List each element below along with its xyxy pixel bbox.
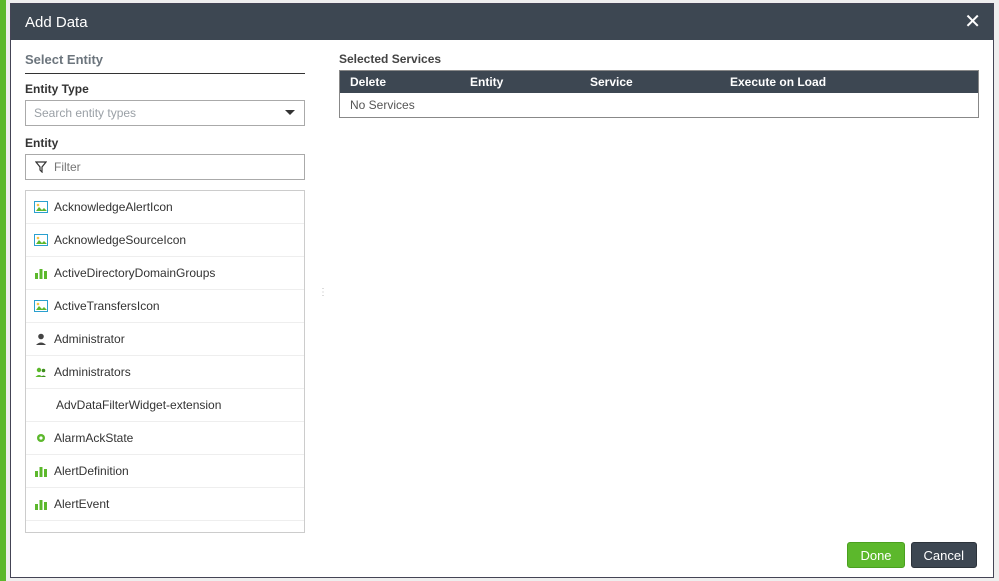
filter-icon (34, 160, 48, 174)
entity-item[interactable]: AcknowledgeSourceIcon (26, 224, 304, 257)
selected-services-title: Selected Services (339, 52, 979, 66)
entity-item-label: AcknowledgeSourceIcon (54, 233, 186, 247)
close-icon[interactable]: ✕ (964, 12, 981, 32)
dialog-title: Add Data (25, 14, 88, 31)
splitter-handle[interactable] (319, 52, 325, 533)
dialog-header: Add Data ✕ (11, 4, 993, 40)
entity-list-container: AcknowledgeAlertIcon AcknowledgeSourceIco… (25, 190, 305, 533)
cancel-button[interactable]: Cancel (911, 542, 977, 568)
services-empty-text: No Services (350, 98, 415, 112)
entity-item-label: AdvDataFilterWidget-extension (56, 398, 221, 412)
entity-item-label: Administrator (54, 332, 125, 346)
entity-item[interactable]: ActiveDirectoryDomainGroups (26, 257, 304, 290)
add-data-dialog: Add Data ✕ Select Entity Entity Type Ent… (10, 3, 994, 578)
entity-filter[interactable] (25, 154, 305, 180)
dialog-body: Select Entity Entity Type Entity Acknowl… (11, 40, 993, 533)
bars-icon (34, 497, 48, 511)
done-button[interactable]: Done (847, 542, 904, 568)
entity-filter-input[interactable] (54, 160, 296, 174)
entity-list[interactable]: AcknowledgeAlertIcon AcknowledgeSourceIco… (26, 191, 304, 532)
entity-item-label: Administrators (54, 365, 131, 379)
column-service: Service (580, 75, 720, 89)
entity-item-label: AlertEvent (54, 497, 109, 511)
entity-item[interactable]: AlarmAckState (26, 422, 304, 455)
column-execute: Execute on Load (720, 75, 978, 89)
bars-icon (34, 266, 48, 280)
entity-item-label: ActiveTransfersIcon (54, 299, 160, 313)
group-icon (34, 365, 48, 379)
entity-label: Entity (25, 136, 305, 150)
image-icon (34, 299, 48, 313)
image-icon (34, 200, 48, 214)
dialog-footer: Done Cancel (11, 533, 993, 577)
bars-icon (34, 464, 48, 478)
user-icon (34, 332, 48, 346)
entity-item[interactable]: AlertEvent (26, 488, 304, 521)
left-panel: Select Entity Entity Type Entity Acknowl… (25, 52, 305, 533)
right-panel: Selected Services Delete Entity Service … (339, 52, 979, 533)
entity-item-label: AlertDefinition (54, 464, 129, 478)
column-entity: Entity (460, 75, 580, 89)
services-empty-row: No Services (340, 93, 978, 117)
services-table-header: Delete Entity Service Execute on Load (340, 71, 978, 93)
entity-item[interactable]: Administrators (26, 356, 304, 389)
image-icon (34, 233, 48, 247)
services-table: Delete Entity Service Execute on Load No… (339, 70, 979, 118)
entity-item-label: AlarmAckState (54, 431, 133, 445)
entity-item[interactable]: ActiveTransfersIcon (26, 290, 304, 323)
entity-item[interactable]: Administrator (26, 323, 304, 356)
column-delete: Delete (340, 75, 460, 89)
dot-icon (34, 431, 48, 445)
entity-item[interactable]: AdvDataFilterWidget-extension (26, 389, 304, 422)
select-entity-title: Select Entity (25, 52, 305, 74)
entity-type-select[interactable] (25, 100, 305, 126)
entity-item[interactable]: AcknowledgeAlertIcon (26, 191, 304, 224)
entity-type-input[interactable] (34, 106, 296, 120)
entity-item-label: ActiveDirectoryDomainGroups (54, 266, 215, 280)
green-accent-stripe (0, 0, 6, 581)
entity-type-label: Entity Type (25, 82, 305, 96)
entity-item[interactable]: AlertDefinition (26, 455, 304, 488)
entity-item-label: AcknowledgeAlertIcon (54, 200, 173, 214)
